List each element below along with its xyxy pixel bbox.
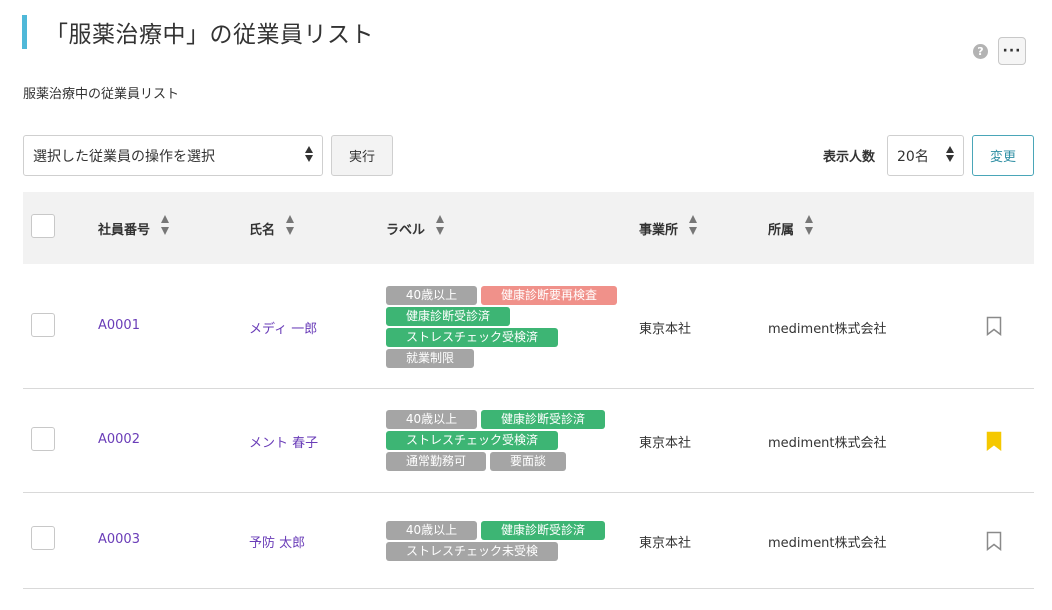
bulk-action-select-value: 選択した従業員の操作を選択 [33,148,215,165]
label-tag: 健康診断受診済 [481,521,605,540]
change-button[interactable]: 変更 [972,135,1034,176]
table-row: A0002 メント 春子 40歳以上 健康診断受診済 ストレスチェック受検済 通… [23,389,1034,493]
display-count-label: 表示人数 [823,150,876,165]
column-header-label: 氏名 [249,222,276,238]
sort-icon[interactable] [160,215,170,241]
page-subtitle: 服薬治療中の従業員リスト [23,87,180,102]
row-checkbox[interactable] [31,313,55,337]
column-header-name[interactable]: 氏名 [249,192,295,264]
department-cell: mediment株式会社 [768,536,887,551]
row-checkbox[interactable] [31,526,55,550]
bulk-action-select[interactable]: 選択した従業員の操作を選択 [23,135,323,176]
office-cell: 東京本社 [639,322,692,337]
select-arrows-icon [304,146,314,166]
column-header-label: ラベル [386,222,426,238]
sort-icon[interactable] [285,215,295,241]
row-checkbox[interactable] [31,427,55,451]
display-count-select[interactable]: 20名 [887,135,964,176]
label-tag: 就業制限 [386,349,474,368]
column-header-label: 社員番号 [98,222,151,238]
employee-name-link[interactable]: メディ 一郎 [249,318,317,337]
bookmark-filled-icon[interactable] [986,431,1002,451]
title-accent-bar [22,15,27,49]
label-tag: ストレスチェック未受検 [386,542,558,561]
employee-id-link[interactable]: A0001 [98,318,140,333]
help-icon[interactable]: ? [973,44,988,59]
label-tag: 健康診断受診済 [386,307,510,326]
employee-name-link[interactable]: メント 春子 [249,432,318,451]
employee-name-link[interactable]: 予防 太郎 [249,532,305,551]
table-header: 社員番号 氏名 ラベル 事業所 所属 [23,192,1034,264]
bookmark-icon[interactable] [986,316,1002,336]
department-cell: mediment株式会社 [768,436,887,451]
employee-id-link[interactable]: A0002 [98,432,140,447]
label-tag: 40歳以上 [386,410,477,429]
sort-icon[interactable] [435,215,445,241]
office-cell: 東京本社 [639,536,692,551]
more-options-button[interactable]: ··· [998,37,1026,65]
employee-id-link[interactable]: A0003 [98,532,140,547]
department-cell: mediment株式会社 [768,322,887,337]
label-tag: 健康診断受診済 [481,410,605,429]
column-header-label: 所属 [768,222,795,238]
column-header-label: 事業所 [639,222,679,238]
page-title: 「服薬治療中」の従業員リスト [45,22,374,48]
label-tag: 要面談 [490,452,566,471]
sort-icon[interactable] [688,215,698,241]
label-tag: 通常勤務可 [386,452,486,471]
sort-icon[interactable] [804,215,814,241]
column-header-office[interactable]: 事業所 [639,192,698,264]
execute-button[interactable]: 実行 [331,135,393,176]
label-list: 40歳以上 健康診断要再検査 健康診断受診済 ストレスチェック受検済 就業制限 [386,286,626,370]
label-tag: 40歳以上 [386,286,477,305]
column-header-label-col[interactable]: ラベル [386,192,445,264]
office-cell: 東京本社 [639,436,692,451]
label-list: 40歳以上 健康診断受診済 ストレスチェック受検済 通常勤務可 要面談 [386,410,626,473]
ellipsis-icon: ··· [1002,43,1022,59]
select-all-checkbox[interactable] [31,214,55,238]
bookmark-icon[interactable] [986,531,1002,551]
display-count-value: 20名 [897,148,929,165]
table-row: A0003 予防 太郎 40歳以上 健康診断受診済 ストレスチェック未受検 東京… [23,493,1034,589]
label-tag: 健康診断要再検査 [481,286,617,305]
label-tag: ストレスチェック受検済 [386,431,558,450]
column-header-employee-id[interactable]: 社員番号 [98,192,170,264]
select-arrows-icon [945,146,955,166]
label-tag: 40歳以上 [386,521,477,540]
column-header-department[interactable]: 所属 [768,192,814,264]
label-tag: ストレスチェック受検済 [386,328,558,347]
label-list: 40歳以上 健康診断受診済 ストレスチェック未受検 [386,521,626,563]
page-header: 「服薬治療中」の従業員リスト [22,15,374,49]
table-row: A0001 メディ 一郎 40歳以上 健康診断要再検査 健康診断受診済 ストレス… [23,264,1034,389]
